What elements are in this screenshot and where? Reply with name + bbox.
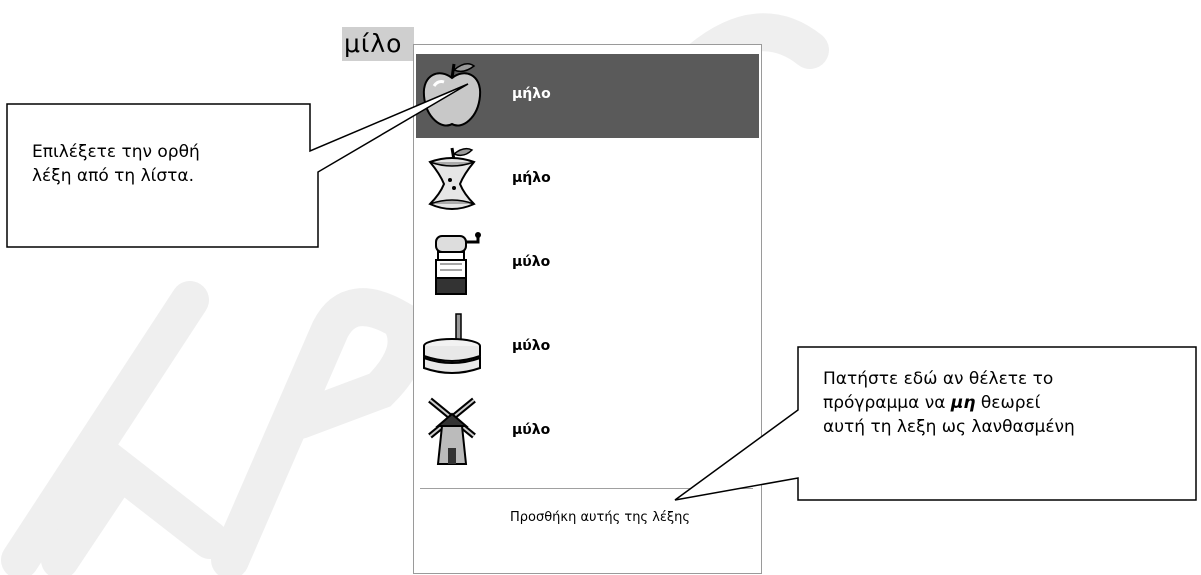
suggestion-item-1[interactable]: μήλο xyxy=(416,54,759,138)
suggestion-label: μύλο xyxy=(512,422,551,438)
suggestion-item-5[interactable]: μύλο xyxy=(416,390,759,474)
callout-right-line: πρόγραμμα να μη θεωρεί xyxy=(823,391,1075,415)
suggestion-label: μύλο xyxy=(512,254,551,270)
callout-left-line: Επιλέξετε την ορθή xyxy=(32,142,200,162)
suggestion-popup: μήλο μήλο μύλο μύλο μύλο Προσθήκη αυτής … xyxy=(413,44,762,574)
windmill-icon xyxy=(428,397,476,465)
callout-right-text: πρόγραμμα να xyxy=(823,393,951,413)
misspelled-word: μίλο xyxy=(342,27,414,61)
callout-right: Πατήστε εδώ αν θέλετε το πρόγραμμα να μη… xyxy=(823,367,1075,439)
add-word-button[interactable]: Προσθήκη αυτής της λέξης xyxy=(510,510,690,525)
callout-left-line: λέξη από τη λίστα. xyxy=(32,166,194,186)
suggestion-label: μύλο xyxy=(512,338,551,354)
suggestion-item-3[interactable]: μύλο xyxy=(416,222,759,306)
apple-core-icon xyxy=(428,147,476,210)
callout-right-line: Πατήστε εδώ αν θέλετε το xyxy=(823,369,1054,389)
callout-right-line: αυτή τη λεξη ως λανθασμένη xyxy=(823,417,1075,437)
millstone-icon xyxy=(423,313,481,374)
menu-divider xyxy=(420,488,753,489)
suggestion-item-2[interactable]: μήλο xyxy=(416,138,759,222)
suggestion-label: μήλο xyxy=(512,86,551,102)
suggestion-label: μήλο xyxy=(512,170,551,186)
callout-right-emphasis: μη xyxy=(950,393,976,413)
apple-icon xyxy=(422,63,482,127)
coffee-grinder-icon xyxy=(435,232,481,295)
suggestion-item-4[interactable]: μύλο xyxy=(416,306,759,390)
callout-right-text: θεωρεί xyxy=(975,393,1041,413)
callout-left: Επιλέξετε την ορθή λέξη από τη λίστα. xyxy=(32,140,200,188)
